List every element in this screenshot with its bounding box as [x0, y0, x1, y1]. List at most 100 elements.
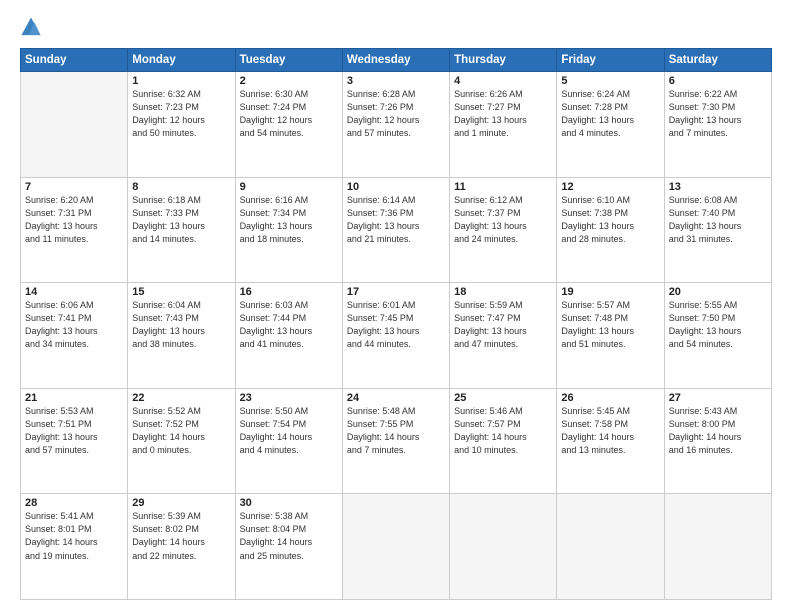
day-number: 12 [561, 181, 659, 193]
day-number: 1 [132, 75, 230, 87]
day-details: Sunrise: 5:41 AMSunset: 8:01 PMDaylight:… [25, 510, 123, 562]
calendar-cell: 1Sunrise: 6:32 AMSunset: 7:23 PMDaylight… [128, 72, 235, 178]
calendar-week-row: 7Sunrise: 6:20 AMSunset: 7:31 PMDaylight… [21, 177, 772, 283]
calendar-week-row: 14Sunrise: 6:06 AMSunset: 7:41 PMDayligh… [21, 283, 772, 389]
day-number: 22 [132, 392, 230, 404]
day-number: 27 [669, 392, 767, 404]
calendar-cell [557, 494, 664, 600]
calendar-cell: 5Sunrise: 6:24 AMSunset: 7:28 PMDaylight… [557, 72, 664, 178]
day-details: Sunrise: 5:59 AMSunset: 7:47 PMDaylight:… [454, 299, 552, 351]
calendar-cell: 28Sunrise: 5:41 AMSunset: 8:01 PMDayligh… [21, 494, 128, 600]
day-details: Sunrise: 6:16 AMSunset: 7:34 PMDaylight:… [240, 194, 338, 246]
calendar-cell: 21Sunrise: 5:53 AMSunset: 7:51 PMDayligh… [21, 388, 128, 494]
day-number: 4 [454, 75, 552, 87]
day-details: Sunrise: 6:14 AMSunset: 7:36 PMDaylight:… [347, 194, 445, 246]
day-details: Sunrise: 5:45 AMSunset: 7:58 PMDaylight:… [561, 405, 659, 457]
calendar-week-row: 1Sunrise: 6:32 AMSunset: 7:23 PMDaylight… [21, 72, 772, 178]
day-details: Sunrise: 6:01 AMSunset: 7:45 PMDaylight:… [347, 299, 445, 351]
calendar-cell: 14Sunrise: 6:06 AMSunset: 7:41 PMDayligh… [21, 283, 128, 389]
day-number: 20 [669, 286, 767, 298]
day-details: Sunrise: 5:53 AMSunset: 7:51 PMDaylight:… [25, 405, 123, 457]
calendar-cell [21, 72, 128, 178]
calendar-cell: 3Sunrise: 6:28 AMSunset: 7:26 PMDaylight… [342, 72, 449, 178]
day-details: Sunrise: 6:22 AMSunset: 7:30 PMDaylight:… [669, 88, 767, 140]
calendar-cell: 4Sunrise: 6:26 AMSunset: 7:27 PMDaylight… [450, 72, 557, 178]
day-details: Sunrise: 5:46 AMSunset: 7:57 PMDaylight:… [454, 405, 552, 457]
day-number: 7 [25, 181, 123, 193]
calendar-cell: 26Sunrise: 5:45 AMSunset: 7:58 PMDayligh… [557, 388, 664, 494]
day-number: 10 [347, 181, 445, 193]
calendar-cell: 12Sunrise: 6:10 AMSunset: 7:38 PMDayligh… [557, 177, 664, 283]
day-details: Sunrise: 5:43 AMSunset: 8:00 PMDaylight:… [669, 405, 767, 457]
calendar-table: SundayMondayTuesdayWednesdayThursdayFrid… [20, 48, 772, 600]
day-number: 5 [561, 75, 659, 87]
day-details: Sunrise: 6:24 AMSunset: 7:28 PMDaylight:… [561, 88, 659, 140]
day-details: Sunrise: 6:04 AMSunset: 7:43 PMDaylight:… [132, 299, 230, 351]
logo-icon [20, 16, 42, 38]
day-number: 17 [347, 286, 445, 298]
day-number: 13 [669, 181, 767, 193]
day-number: 15 [132, 286, 230, 298]
day-number: 16 [240, 286, 338, 298]
day-number: 19 [561, 286, 659, 298]
day-number: 11 [454, 181, 552, 193]
calendar-cell: 16Sunrise: 6:03 AMSunset: 7:44 PMDayligh… [235, 283, 342, 389]
day-details: Sunrise: 5:38 AMSunset: 8:04 PMDaylight:… [240, 510, 338, 562]
calendar-day-header: Monday [128, 49, 235, 72]
calendar-day-header: Wednesday [342, 49, 449, 72]
day-details: Sunrise: 5:57 AMSunset: 7:48 PMDaylight:… [561, 299, 659, 351]
day-details: Sunrise: 6:20 AMSunset: 7:31 PMDaylight:… [25, 194, 123, 246]
calendar-cell: 7Sunrise: 6:20 AMSunset: 7:31 PMDaylight… [21, 177, 128, 283]
day-number: 24 [347, 392, 445, 404]
calendar-cell: 27Sunrise: 5:43 AMSunset: 8:00 PMDayligh… [664, 388, 771, 494]
calendar-cell: 18Sunrise: 5:59 AMSunset: 7:47 PMDayligh… [450, 283, 557, 389]
calendar-cell: 2Sunrise: 6:30 AMSunset: 7:24 PMDaylight… [235, 72, 342, 178]
day-number: 6 [669, 75, 767, 87]
day-number: 26 [561, 392, 659, 404]
calendar-cell: 20Sunrise: 5:55 AMSunset: 7:50 PMDayligh… [664, 283, 771, 389]
header [20, 16, 772, 38]
day-details: Sunrise: 5:39 AMSunset: 8:02 PMDaylight:… [132, 510, 230, 562]
calendar-cell [450, 494, 557, 600]
day-number: 21 [25, 392, 123, 404]
calendar-cell: 13Sunrise: 6:08 AMSunset: 7:40 PMDayligh… [664, 177, 771, 283]
calendar-day-header: Sunday [21, 49, 128, 72]
day-details: Sunrise: 5:48 AMSunset: 7:55 PMDaylight:… [347, 405, 445, 457]
day-details: Sunrise: 5:55 AMSunset: 7:50 PMDaylight:… [669, 299, 767, 351]
day-details: Sunrise: 6:30 AMSunset: 7:24 PMDaylight:… [240, 88, 338, 140]
day-number: 28 [25, 497, 123, 509]
calendar-header-row: SundayMondayTuesdayWednesdayThursdayFrid… [21, 49, 772, 72]
calendar-cell: 9Sunrise: 6:16 AMSunset: 7:34 PMDaylight… [235, 177, 342, 283]
calendar-cell: 23Sunrise: 5:50 AMSunset: 7:54 PMDayligh… [235, 388, 342, 494]
day-details: Sunrise: 6:08 AMSunset: 7:40 PMDaylight:… [669, 194, 767, 246]
calendar-day-header: Thursday [450, 49, 557, 72]
calendar-cell: 6Sunrise: 6:22 AMSunset: 7:30 PMDaylight… [664, 72, 771, 178]
day-details: Sunrise: 5:52 AMSunset: 7:52 PMDaylight:… [132, 405, 230, 457]
day-details: Sunrise: 6:32 AMSunset: 7:23 PMDaylight:… [132, 88, 230, 140]
calendar-cell [342, 494, 449, 600]
calendar-cell: 11Sunrise: 6:12 AMSunset: 7:37 PMDayligh… [450, 177, 557, 283]
calendar-cell [664, 494, 771, 600]
calendar-cell: 8Sunrise: 6:18 AMSunset: 7:33 PMDaylight… [128, 177, 235, 283]
day-number: 8 [132, 181, 230, 193]
day-details: Sunrise: 5:50 AMSunset: 7:54 PMDaylight:… [240, 405, 338, 457]
day-number: 23 [240, 392, 338, 404]
calendar-cell: 25Sunrise: 5:46 AMSunset: 7:57 PMDayligh… [450, 388, 557, 494]
calendar-cell: 30Sunrise: 5:38 AMSunset: 8:04 PMDayligh… [235, 494, 342, 600]
day-number: 18 [454, 286, 552, 298]
day-details: Sunrise: 6:26 AMSunset: 7:27 PMDaylight:… [454, 88, 552, 140]
day-number: 14 [25, 286, 123, 298]
day-number: 25 [454, 392, 552, 404]
calendar-day-header: Tuesday [235, 49, 342, 72]
calendar-cell: 15Sunrise: 6:04 AMSunset: 7:43 PMDayligh… [128, 283, 235, 389]
day-number: 2 [240, 75, 338, 87]
calendar-cell: 22Sunrise: 5:52 AMSunset: 7:52 PMDayligh… [128, 388, 235, 494]
day-number: 3 [347, 75, 445, 87]
day-details: Sunrise: 6:03 AMSunset: 7:44 PMDaylight:… [240, 299, 338, 351]
calendar-cell: 17Sunrise: 6:01 AMSunset: 7:45 PMDayligh… [342, 283, 449, 389]
calendar-week-row: 28Sunrise: 5:41 AMSunset: 8:01 PMDayligh… [21, 494, 772, 600]
day-details: Sunrise: 6:28 AMSunset: 7:26 PMDaylight:… [347, 88, 445, 140]
calendar-day-header: Saturday [664, 49, 771, 72]
calendar-cell: 10Sunrise: 6:14 AMSunset: 7:36 PMDayligh… [342, 177, 449, 283]
calendar-cell: 19Sunrise: 5:57 AMSunset: 7:48 PMDayligh… [557, 283, 664, 389]
